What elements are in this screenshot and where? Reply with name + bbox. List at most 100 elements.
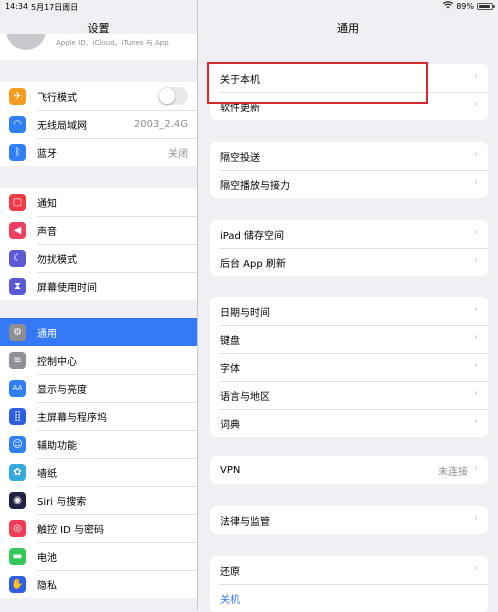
sidebar-group: ⚙ 通用 ≡ 控制中心 AA 显示与亮度 ⣿ 主屏幕与程序坞 ☺ 辅助功能 ✿ 墙纸 ◉ Siri 与搜索…: [0, 318, 197, 598]
detail-item-value: 未连接: [438, 466, 468, 478]
detail-title: 通用: [337, 22, 359, 35]
chevron-right-icon: ›: [474, 71, 478, 82]
sidebar-item-label: 控制中心: [37, 356, 77, 368]
detail-item[interactable]: 关机: [210, 584, 488, 612]
sidebar-item-label: 电池: [37, 552, 57, 564]
sidebar-item-label: 通用: [37, 328, 57, 340]
accessibility-icon: ☺: [9, 435, 26, 453]
chevron-right-icon: ›: [474, 255, 478, 266]
detail-item[interactable]: 后台 App 刷新 ›: [210, 248, 488, 276]
settings-card: 还原 › 关机: [210, 556, 488, 612]
sidebar-item[interactable]: ✿ 墙纸: [0, 458, 197, 486]
moon-icon: ☾: [9, 249, 26, 267]
detail-item[interactable]: 日期与时间 ›: [210, 297, 488, 325]
sidebar-item[interactable]: ◀ 声音: [0, 216, 197, 244]
detail-item[interactable]: VPN 未连接 ›: [210, 456, 488, 484]
sidebar-item[interactable]: ✋ 隐私: [0, 570, 197, 598]
airplane-mode-toggle[interactable]: [158, 87, 188, 105]
sidebar-item-value: 关闭: [168, 148, 188, 160]
status-time: 14:34: [5, 2, 29, 11]
profile-subtitle: Apple ID、iCloud、iTunes 与 App: [56, 39, 169, 47]
sidebar-item-label: 声音: [37, 226, 57, 238]
sidebar-item-label: 辅助功能: [37, 440, 77, 452]
detail-item-label: VPN: [220, 464, 241, 476]
detail-item-label: 日期与时间: [220, 307, 270, 319]
sidebar-item[interactable]: ᛒ 蓝牙 关闭: [0, 138, 197, 166]
sidebar-item-value: 2003_2.4G: [133, 118, 188, 130]
settings-card: VPN 未连接 ›: [210, 456, 488, 484]
chevron-right-icon: ›: [474, 360, 478, 371]
settings-card: 法律与监管 ›: [210, 506, 488, 534]
sidebar-group: ▢ 通知 ◀ 声音 ☾ 勿扰模式 ⧗ 屏幕使用时间: [0, 188, 197, 300]
detail-item[interactable]: 语言与地区 ›: [210, 381, 488, 409]
sidebar-item[interactable]: ⣿ 主屏幕与程序坞: [0, 402, 197, 430]
sidebar-item-label: 屏幕使用时间: [37, 282, 97, 294]
chevron-right-icon: ›: [474, 463, 478, 474]
settings-card: 日期与时间 › 键盘 › 字体 › 语言与地区 › 词典 ›: [210, 297, 488, 437]
airplane-icon: ✈: [9, 87, 26, 105]
control-center-icon: ≡: [9, 351, 26, 369]
settings-card: 隔空投送 › 隔空播放与接力 ›: [210, 142, 488, 198]
detail-item-label: 后台 App 刷新: [220, 258, 286, 270]
gear-icon: ⚙: [9, 323, 26, 341]
status-bar: 14:34 5月17日周日 89%: [0, 0, 498, 14]
sidebar-item-label: 勿扰模式: [37, 254, 77, 266]
detail-item[interactable]: 隔空投送 ›: [210, 142, 488, 170]
sidebar-item-label: 飞行模式: [37, 92, 77, 104]
sidebar-item[interactable]: ≡ 控制中心: [0, 346, 197, 374]
detail-item[interactable]: 还原 ›: [210, 556, 488, 584]
siri-icon: ◉: [9, 491, 26, 509]
sidebar-item[interactable]: ☺ 辅助功能: [0, 430, 197, 458]
sidebar-item[interactable]: ◠ 无线局域网 2003_2.4G: [0, 110, 197, 138]
chevron-right-icon: ›: [474, 332, 478, 343]
sidebar-item-label: 无线局域网: [37, 120, 87, 132]
sidebar-item[interactable]: ◎ 触控 ID 与密码: [0, 514, 197, 542]
chevron-right-icon: ›: [474, 99, 478, 110]
detail-item[interactable]: 词典 ›: [210, 409, 488, 437]
detail-item-label: 关机: [220, 594, 240, 606]
sidebar-item[interactable]: ✈ 飞行模式: [0, 82, 197, 110]
chevron-right-icon: ›: [474, 388, 478, 399]
wifi-status-icon: [443, 1, 454, 11]
chevron-right-icon: ›: [474, 227, 478, 238]
detail-item-label: 还原: [220, 566, 240, 578]
hourglass-icon: ⧗: [9, 277, 26, 295]
sidebar-item[interactable]: ◉ Siri 与搜索: [0, 486, 197, 514]
sidebar-item-label: 隐私: [37, 580, 57, 592]
detail-item-label: 隔空播放与接力: [220, 180, 290, 192]
sidebar-item-label: 主屏幕与程序坞: [37, 412, 107, 424]
battery-icon: [477, 2, 495, 10]
sidebar-item[interactable]: ⚙ 通用: [0, 318, 197, 346]
detail-item[interactable]: 键盘 ›: [210, 325, 488, 353]
home-screen-icon: ⣿: [9, 407, 26, 425]
sidebar-item[interactable]: ▬ 电池: [0, 542, 197, 570]
apple-id-profile-row[interactable]: Apple ID、iCloud、iTunes 与 App: [0, 34, 197, 60]
detail-item-label: 语言与地区: [220, 391, 270, 403]
sidebar-item-label: Siri 与搜索: [37, 496, 87, 508]
detail-item[interactable]: iPad 储存空间 ›: [210, 220, 488, 248]
detail-item[interactable]: 法律与监管 ›: [210, 506, 488, 534]
status-date: 5月17日周日: [31, 3, 79, 12]
sidebar-item[interactable]: ▢ 通知: [0, 188, 197, 216]
battery-percent: 89%: [456, 1, 474, 11]
split-divider: [197, 0, 198, 610]
notifications-icon: ▢: [9, 193, 26, 211]
sidebar-item[interactable]: ⧗ 屏幕使用时间: [0, 272, 197, 300]
sidebar-item[interactable]: ☾ 勿扰模式: [0, 244, 197, 272]
chevron-right-icon: ›: [474, 416, 478, 427]
settings-sidebar: 设置 Apple ID、iCloud、iTunes 与 App ✈ 飞行模式 ◠ 无线…: [0, 0, 197, 610]
sidebar-item-label: 触控 ID 与密码: [37, 524, 105, 536]
sidebar-item[interactable]: AA 显示与亮度: [0, 374, 197, 402]
chevron-right-icon: ›: [474, 177, 478, 188]
sidebar-item-label: 蓝牙: [37, 148, 57, 160]
detail-item[interactable]: 字体 ›: [210, 353, 488, 381]
sidebar-item-label: 显示与亮度: [37, 384, 87, 396]
sound-icon: ◀: [9, 221, 26, 239]
wallpaper-icon: ✿: [9, 463, 26, 481]
detail-item-label: 隔空投送: [220, 152, 260, 164]
chevron-right-icon: ›: [474, 304, 478, 315]
sidebar-group: ✈ 飞行模式 ◠ 无线局域网 2003_2.4G ᛒ 蓝牙 关闭: [0, 82, 197, 166]
detail-item[interactable]: 隔空播放与接力 ›: [210, 170, 488, 198]
settings-card: iPad 储存空间 › 后台 App 刷新 ›: [210, 220, 488, 276]
sidebar-item-label: 通知: [37, 198, 57, 210]
